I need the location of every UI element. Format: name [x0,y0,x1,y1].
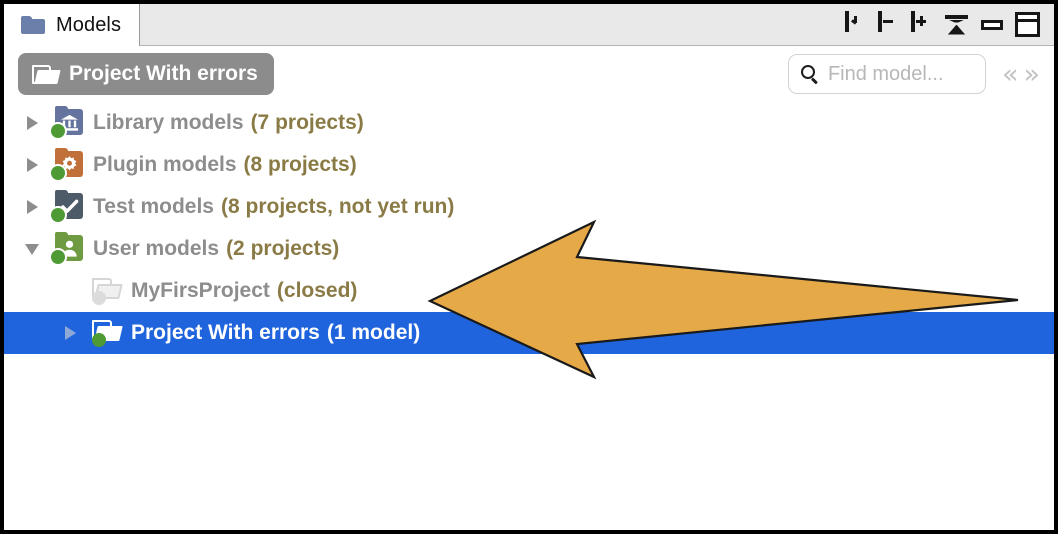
tree-row[interactable]: Project With errors (1 model) [4,312,1054,354]
status-badge [51,124,65,138]
tree-row-count: (closed) [276,279,358,302]
tree-row-count: (8 projects) [243,153,357,176]
expand-all-button[interactable] [911,11,934,36]
chevron-right-icon[interactable] [22,196,44,218]
chevron-down-icon[interactable] [22,238,44,260]
plugin-folder-icon [48,148,86,182]
status-badge [51,208,65,222]
search-input[interactable]: Find model... [787,54,986,94]
breadcrumb-label: Project With errors [69,62,258,85]
tree-row-label: Test models [93,195,214,218]
minus-box-icon [878,11,882,32]
search-area: Find model... « » [787,54,1040,94]
open-folder-icon [32,64,61,85]
status-badge [51,250,65,264]
plus-box-icon [911,11,915,32]
models-tree: Library models (7 projects) Plugin models (… [4,102,1054,354]
models-tool-window: Models Project With errors Find model...… [0,0,1058,534]
nav-forward-button[interactable]: » [1023,61,1040,88]
maximize-button[interactable] [1015,12,1040,37]
collapse-arrow-icon [945,14,968,19]
tree-row-label: Library models [93,111,244,134]
toolbar: Project With errors Find model... « » [4,46,1054,102]
tree-row[interactable]: Test models (8 projects, not yet run) [4,186,1054,228]
nav-arrows: « » [1002,61,1040,88]
tree-row[interactable]: Plugin models (8 projects) [4,144,1054,186]
status-badge [51,166,65,180]
tree-row[interactable]: MyFirsProject (closed) [4,270,1054,312]
collapse-all-button[interactable] [878,11,901,36]
folder-icon [21,16,45,34]
collapse-pane-button[interactable] [944,14,969,36]
minimize-button[interactable] [979,19,1005,30]
status-badge [92,291,106,305]
chevron-right-icon[interactable] [22,154,44,176]
closed-project-folder-icon [86,275,124,307]
search-placeholder: Find model... [827,62,944,85]
clock-button[interactable] [845,11,868,36]
chevron-right-icon[interactable] [22,112,44,134]
nav-back-button[interactable]: « [1002,61,1019,88]
search-icon [800,64,820,84]
breadcrumb[interactable]: Project With errors [18,53,274,95]
tree-row-label: MyFirsProject [131,279,270,302]
tree-row-count: (1 model) [326,321,421,344]
clock-icon [845,11,849,32]
tree-row-label: User models [93,237,220,260]
tab-bar: Models [4,4,1054,46]
tree-row[interactable]: Library models (7 projects) [4,102,1054,144]
user-folder-icon [48,232,86,266]
tree-row-count: (2 projects) [226,237,340,260]
project-folder-icon [86,317,124,349]
window-controls [845,4,1054,45]
tree-row-count: (7 projects) [250,111,364,134]
tab-models-label: Models [56,13,122,36]
tree-row-label: Plugin models [93,153,237,176]
tab-models[interactable]: Models [4,4,141,46]
chevron-right-icon[interactable] [60,322,82,344]
tree-row[interactable]: User models (2 projects) [4,228,1054,270]
status-badge [92,333,106,347]
library-folder-icon [48,106,86,140]
tree-row-label: Project With errors [131,321,320,344]
twisty-placeholder [60,280,82,302]
tree-row-count: (8 projects, not yet run) [220,195,455,218]
test-folder-icon [48,190,86,224]
